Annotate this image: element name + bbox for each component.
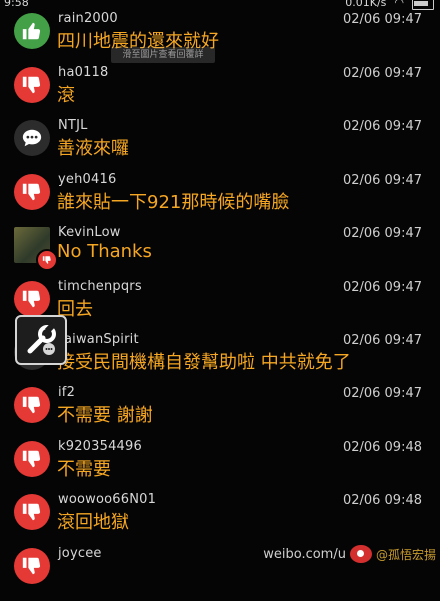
comment-username[interactable]: woowoo66N01 [58, 492, 156, 507]
comment-row[interactable]: k920354496 02/06 09:48 不需要 [0, 439, 440, 494]
comment-text: 滾 [57, 85, 75, 106]
comment-text: 不需要 謝謝 [57, 405, 153, 426]
comment-timestamp: 02/06 09:47 [342, 173, 422, 188]
weibo-logo-icon [349, 545, 372, 563]
comment-username[interactable]: rain2000 [58, 11, 118, 26]
thumbs-down-icon[interactable] [14, 174, 50, 210]
battery-icon [412, 0, 434, 10]
comment-row[interactable]: rain2000 02/06 09:47 四川地震的還來就好 [0, 11, 440, 66]
watermark-site: weibo.com/u [263, 546, 346, 562]
comment-timestamp: 02/06 09:48 [342, 493, 422, 508]
comment-text: 接受民間機構自發幫助啦 中共就免了 [57, 352, 351, 373]
comment-row[interactable]: NTJL 02/06 09:47 善液來囉 [0, 118, 440, 173]
comment-row[interactable]: woowoo66N01 02/06 09:48 滾回地獄 [0, 492, 440, 547]
weibo-watermark: weibo.com/u @孤悟宏揚 [263, 545, 436, 563]
chat-bubble-icon[interactable] [14, 120, 50, 156]
thumbs-up-icon[interactable] [14, 13, 50, 49]
comment-timestamp: 02/06 09:47 [342, 280, 422, 295]
thumbs-down-icon[interactable] [14, 67, 50, 103]
comment-text: 誰來貼一下921那時候的嘴臉 [57, 192, 290, 213]
comment-timestamp: 02/06 09:47 [342, 333, 422, 348]
thumbs-down-icon[interactable] [14, 281, 50, 317]
comment-timestamp: 02/06 09:48 [342, 440, 422, 455]
thumbs-down-icon [36, 249, 58, 271]
comment-timestamp: 02/06 09:47 [342, 386, 422, 401]
thumbs-down-icon[interactable] [14, 548, 50, 584]
comment-username[interactable]: if2 [58, 385, 75, 400]
thumbs-down-icon[interactable] [14, 441, 50, 477]
comment-row[interactable]: if2 02/06 09:47 不需要 謝謝 [0, 385, 440, 440]
comment-username[interactable]: ha0118 [58, 65, 109, 80]
status-time: 9:58 [4, 0, 29, 9]
comment-row[interactable]: yeh0416 02/06 09:47 誰來貼一下921那時候的嘴臉 [0, 172, 440, 227]
comment-username[interactable]: TaiwanSpirit [58, 332, 139, 347]
wifi-icon: ◠ [394, 0, 404, 9]
comment-username[interactable]: timchenpqrs [58, 279, 142, 294]
thumbs-down-icon[interactable] [14, 494, 50, 530]
comment-text: 善液來囉 [57, 138, 129, 159]
comment-username[interactable]: KevinLow [58, 225, 121, 240]
comment-username[interactable]: yeh0416 [58, 172, 116, 187]
comment-timestamp: 02/06 09:47 [342, 66, 422, 81]
watermark-handle: @孤悟宏揚 [375, 547, 436, 562]
comment-timestamp: 02/06 09:47 [342, 226, 422, 241]
comment-text: No Thanks [57, 241, 152, 262]
comment-timestamp: 02/06 09:47 [342, 119, 422, 134]
tools-floating-button[interactable] [15, 315, 67, 365]
comment-row[interactable]: KevinLow 02/06 09:47 No Thanks [0, 225, 440, 280]
toast-message: 滑至圖片查看回覆詳 [111, 47, 215, 63]
comment-username[interactable]: k920354496 [58, 439, 142, 454]
comment-row[interactable]: ha0118 02/06 09:47 滾 [0, 65, 440, 120]
comment-text: 滾回地獄 [57, 512, 129, 533]
comment-text: 不需要 [57, 459, 111, 480]
thumbs-down-icon[interactable] [14, 387, 50, 423]
comment-username[interactable]: joycee [58, 546, 102, 561]
status-icons: 0.01K/s ◠ [345, 0, 434, 10]
network-speed: 0.01K/s [345, 0, 387, 9]
comment-timestamp: 02/06 09:47 [342, 12, 422, 27]
wrench-icon [27, 323, 56, 355]
comment-username[interactable]: NTJL [58, 118, 88, 133]
